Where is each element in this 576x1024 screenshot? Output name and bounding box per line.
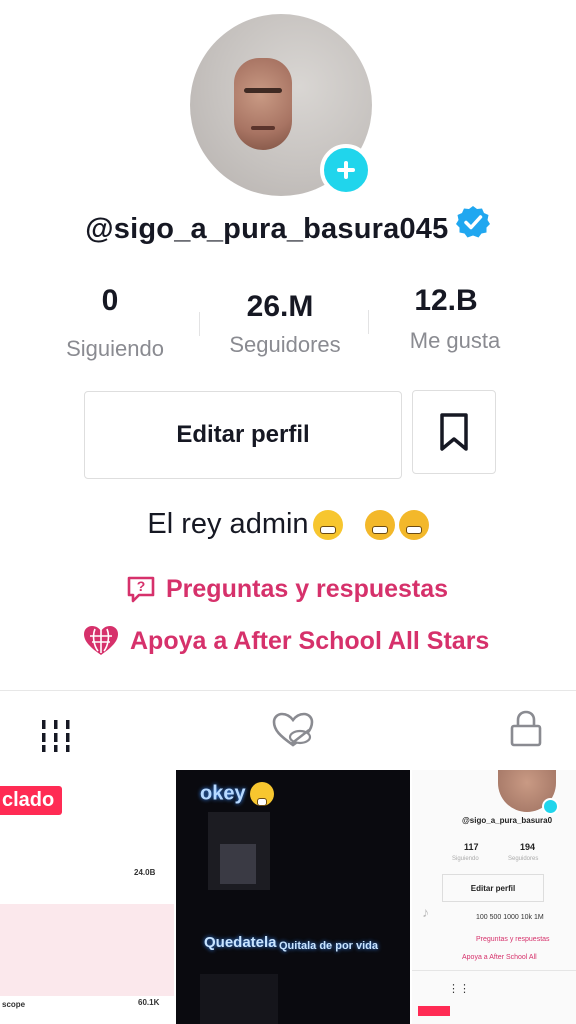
video-thumbnail[interactable]: okey Quedatela Quitala de por vida [176,770,410,1024]
username: @sigo_a_pura_basura045 [85,212,449,245]
following-label[interactable]: Siguiendo [50,336,180,362]
mini-grid-icon: ⋮⋮ [448,983,470,995]
followers-count[interactable]: 26.M [220,290,340,324]
bio-text: El rey admin [147,508,309,540]
mini-stat-label: Seguidores [508,856,539,862]
add-avatar-button[interactable] [320,144,372,196]
edit-profile-button[interactable]: Editar perfil [84,391,402,479]
hidden-heart-icon [272,712,314,747]
weary-emoji-icon [364,510,395,541]
pinned-badge: clado [0,786,63,815]
mini-stat: 117 [464,842,479,852]
following-count[interactable]: 0 [70,284,150,318]
followers-label[interactable]: Seguidores [210,332,360,358]
thumb-caption-sub: Quitala de por vida [279,940,379,952]
grid-icon [42,720,70,752]
charity-link[interactable]: Apoya a After School All Stars [82,624,489,658]
thumb-caption-main: Quedatela [204,934,277,951]
neutral-emoji-icon [249,782,274,806]
mini-plus-icon [542,798,559,815]
thumb-caption: okey [200,782,274,806]
mini-qa: Preguntas y respuestas [476,936,550,943]
tab-private[interactable] [506,708,546,748]
stat-divider [368,310,369,334]
mini-stat-label: Siguiendo [452,856,479,862]
weary-emoji-icon [398,510,429,541]
avatar-face [234,58,292,150]
charity-link-label: Apoya a After School All Stars [130,626,490,655]
tab-liked[interactable] [270,710,316,750]
video-thumbnail[interactable]: clado 24.0B scope 60.1K [0,770,174,1024]
svg-text:?: ? [137,578,146,594]
mini-edit-button: Editar perfil [442,874,544,902]
qa-link[interactable]: ? Preguntas y respuestas [126,574,448,604]
tab-videos[interactable] [36,716,76,756]
likes-label[interactable]: Me gusta [390,328,520,354]
mini-bio: 100 500 1000 10k 1M [476,914,544,921]
video-thumbnail[interactable]: @sigo_a_pura_basura0 117 194 Siguiendo S… [412,770,576,1024]
lock-icon [510,710,542,747]
bookmark-icon [440,413,468,451]
mini-tiktok-icon: ♪ [422,904,429,920]
mini-stat: 194 [520,842,536,852]
mini-username: @sigo_a_pura_basura0 [462,816,553,825]
username-row: @sigo_a_pura_basura045 [0,206,576,246]
thumb-count: 60.1K [138,998,160,1007]
plus-icon [337,161,355,179]
bio-row: El rey admin [0,508,576,541]
thumb-count: 24.0B [134,868,156,877]
heart-globe-icon [84,626,118,655]
favorites-button[interactable] [412,390,496,474]
likes-count[interactable]: 12.B [396,284,496,318]
mini-charity: Apoya a After School All [462,954,537,961]
grin-emoji-icon [312,510,343,541]
verified-badge-icon [455,206,490,238]
mini-pinned-badge [418,1006,450,1016]
tabs-divider [0,690,576,691]
thumb-caption: scope [2,1000,26,1009]
qa-link-label: Preguntas y respuestas [166,574,449,603]
question-box-icon: ? [127,576,155,603]
stat-divider [199,312,200,336]
